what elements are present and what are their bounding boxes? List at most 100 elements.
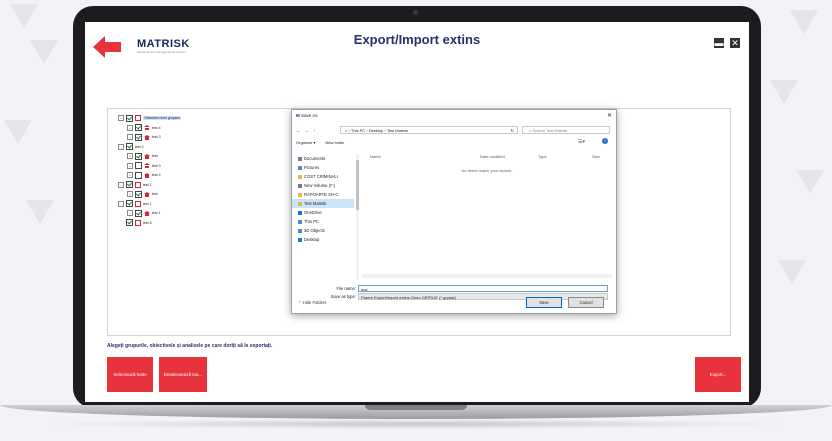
column-date[interactable]: Date modified — [480, 154, 505, 159]
tree-row[interactable]: + test — [127, 152, 158, 160]
search-icon: ⌕ — [529, 128, 532, 133]
tree-checkbox[interactable] — [135, 124, 142, 131]
tree-row[interactable]: + test 4 — [127, 171, 161, 179]
tree-label: test 3 — [152, 135, 161, 139]
tree-row[interactable]: − test 1 — [118, 200, 152, 208]
house-icon — [144, 134, 150, 140]
navigation-pane: Documents Pictures COST CRIMINALI New Volum… — [292, 154, 356, 280]
column-name[interactable]: Name — [370, 154, 381, 159]
address-bar[interactable]: ■ › This PC › Desktop › Test Matrisk ↻ — [340, 126, 518, 134]
dialog-close-icon[interactable]: ✕ — [607, 112, 612, 119]
tree-checkbox[interactable] — [126, 200, 133, 207]
nav-scrollbar-thumb[interactable] — [356, 160, 359, 210]
laptop-notch — [365, 405, 467, 410]
house-icon — [144, 172, 150, 178]
tree-row[interactable]: − test 2 — [118, 143, 144, 151]
column-size[interactable]: Size — [592, 154, 600, 159]
tree-checkbox[interactable] — [135, 162, 142, 169]
hide-folders-toggle[interactable]: ⌃ Hide Folders — [298, 300, 326, 305]
save-button[interactable]: Save — [526, 297, 562, 308]
nav-pane-item[interactable]: This PC — [298, 217, 319, 226]
nav-pane-item[interactable]: New Volume (F:) — [298, 181, 335, 190]
tree-row[interactable]: test 5 — [118, 219, 152, 227]
file-name-input[interactable]: test — [358, 284, 608, 292]
nav-pane-label: Test Matrisk — [304, 201, 327, 206]
up-icon[interactable]: ↑ — [313, 128, 315, 133]
nav-pane-item[interactable]: COST CRIMINALI — [298, 172, 338, 181]
save-type-label: Save as type: — [330, 293, 356, 299]
cancel-button[interactable]: Cancel — [568, 297, 604, 308]
organize-menu[interactable]: Organize ▾ — [296, 140, 315, 145]
tree-label: test 1 — [152, 211, 161, 215]
tree-checkbox[interactable] — [135, 152, 142, 160]
nav-pane-item[interactable]: Pictures — [298, 163, 319, 172]
house-icon — [144, 191, 150, 197]
refresh-icon[interactable]: ↻ — [511, 127, 514, 135]
instruction-text: Alegeți grupurile, obiectivele și analiz… — [107, 343, 273, 349]
nav-pane-item[interactable]: OneDrive — [298, 208, 322, 217]
folder-icon — [298, 174, 302, 179]
camera — [413, 10, 418, 15]
tree-row[interactable]: + test — [127, 190, 158, 198]
expand-icon[interactable]: + — [127, 134, 133, 140]
nav-pane-item[interactable]: RAPOARTE SH-C — [298, 190, 338, 199]
expand-icon[interactable]: + — [127, 153, 133, 159]
expand-icon[interactable]: + — [127, 191, 133, 197]
column-type[interactable]: Type — [538, 154, 547, 159]
tree-checkbox[interactable] — [126, 114, 133, 122]
expand-icon[interactable]: + — [127, 162, 133, 169]
select-all-button[interactable]: Selectează toate — [107, 357, 153, 392]
expand-icon[interactable]: + — [127, 210, 133, 216]
empty-message: No items match your search. — [461, 168, 513, 173]
tree-label: test 4 — [152, 125, 161, 130]
back-icon[interactable]: ← — [296, 128, 301, 133]
folder-icon: ■ — [345, 128, 348, 133]
expand-icon[interactable]: + — [127, 124, 133, 131]
nav-pane-label: Desktop — [304, 237, 320, 242]
nav-pane-item[interactable]: Desktop — [298, 235, 319, 244]
nav-scrollbar[interactable] — [356, 154, 359, 280]
nav-pane-item[interactable]: Documents — [298, 154, 325, 163]
tree-row[interactable]: + test 4 — [127, 124, 161, 132]
house-icon — [144, 125, 150, 130]
view-options-icon[interactable]: ☰▾ — [578, 139, 585, 145]
collapse-icon[interactable]: − — [118, 143, 124, 150]
house-icon — [144, 163, 150, 168]
expand-icon[interactable]: + — [127, 172, 133, 178]
house-icon — [144, 210, 150, 216]
house-icon — [144, 153, 150, 159]
new-folder-button[interactable]: New folder — [325, 140, 344, 145]
tree-row[interactable]: − test 1 — [118, 181, 152, 189]
collapse-icon[interactable]: − — [118, 200, 124, 207]
tree-checkbox[interactable] — [135, 171, 142, 179]
forward-icon[interactable]: → — [305, 128, 310, 133]
tree-checkbox[interactable] — [135, 133, 142, 141]
folder-icon — [298, 192, 302, 197]
tree-row[interactable]: + test 3 — [127, 162, 161, 170]
nav-pane-item[interactable]: 3D Objects — [298, 226, 325, 235]
tree-row[interactable]: + test 1 — [127, 209, 161, 217]
dialog-title: M Save As — [296, 113, 318, 118]
deselect-all-button[interactable]: Deselectează toa... — [159, 357, 207, 392]
nav-pane-item[interactable]: Test Matrisk — [292, 199, 354, 208]
desktop-icon — [298, 237, 302, 242]
tree-row[interactable]: − Obiective nivel grupare — [118, 114, 181, 122]
group-icon — [135, 181, 141, 188]
export-button[interactable]: Export... — [695, 357, 741, 392]
group-icon — [135, 219, 141, 226]
help-icon[interactable]: ? — [602, 138, 608, 144]
tree-label: test — [152, 192, 158, 196]
tree-checkbox[interactable] — [126, 219, 133, 226]
horizontal-scrollbar[interactable] — [362, 274, 612, 278]
tree-row[interactable]: + test 3 — [127, 133, 161, 141]
tree-checkbox[interactable] — [126, 143, 133, 150]
collapse-icon[interactable]: − — [118, 115, 124, 121]
tree-checkbox[interactable] — [135, 209, 142, 217]
search-input[interactable]: ⌕ Search Test Matrisk — [522, 126, 610, 134]
tree-label: test 2 — [135, 144, 144, 149]
minimize-button[interactable]: ▬ — [714, 38, 724, 48]
tree-checkbox[interactable] — [135, 190, 142, 198]
close-button[interactable]: ✕ — [730, 38, 740, 48]
tree-checkbox[interactable] — [126, 181, 133, 188]
collapse-icon[interactable]: − — [118, 181, 124, 188]
